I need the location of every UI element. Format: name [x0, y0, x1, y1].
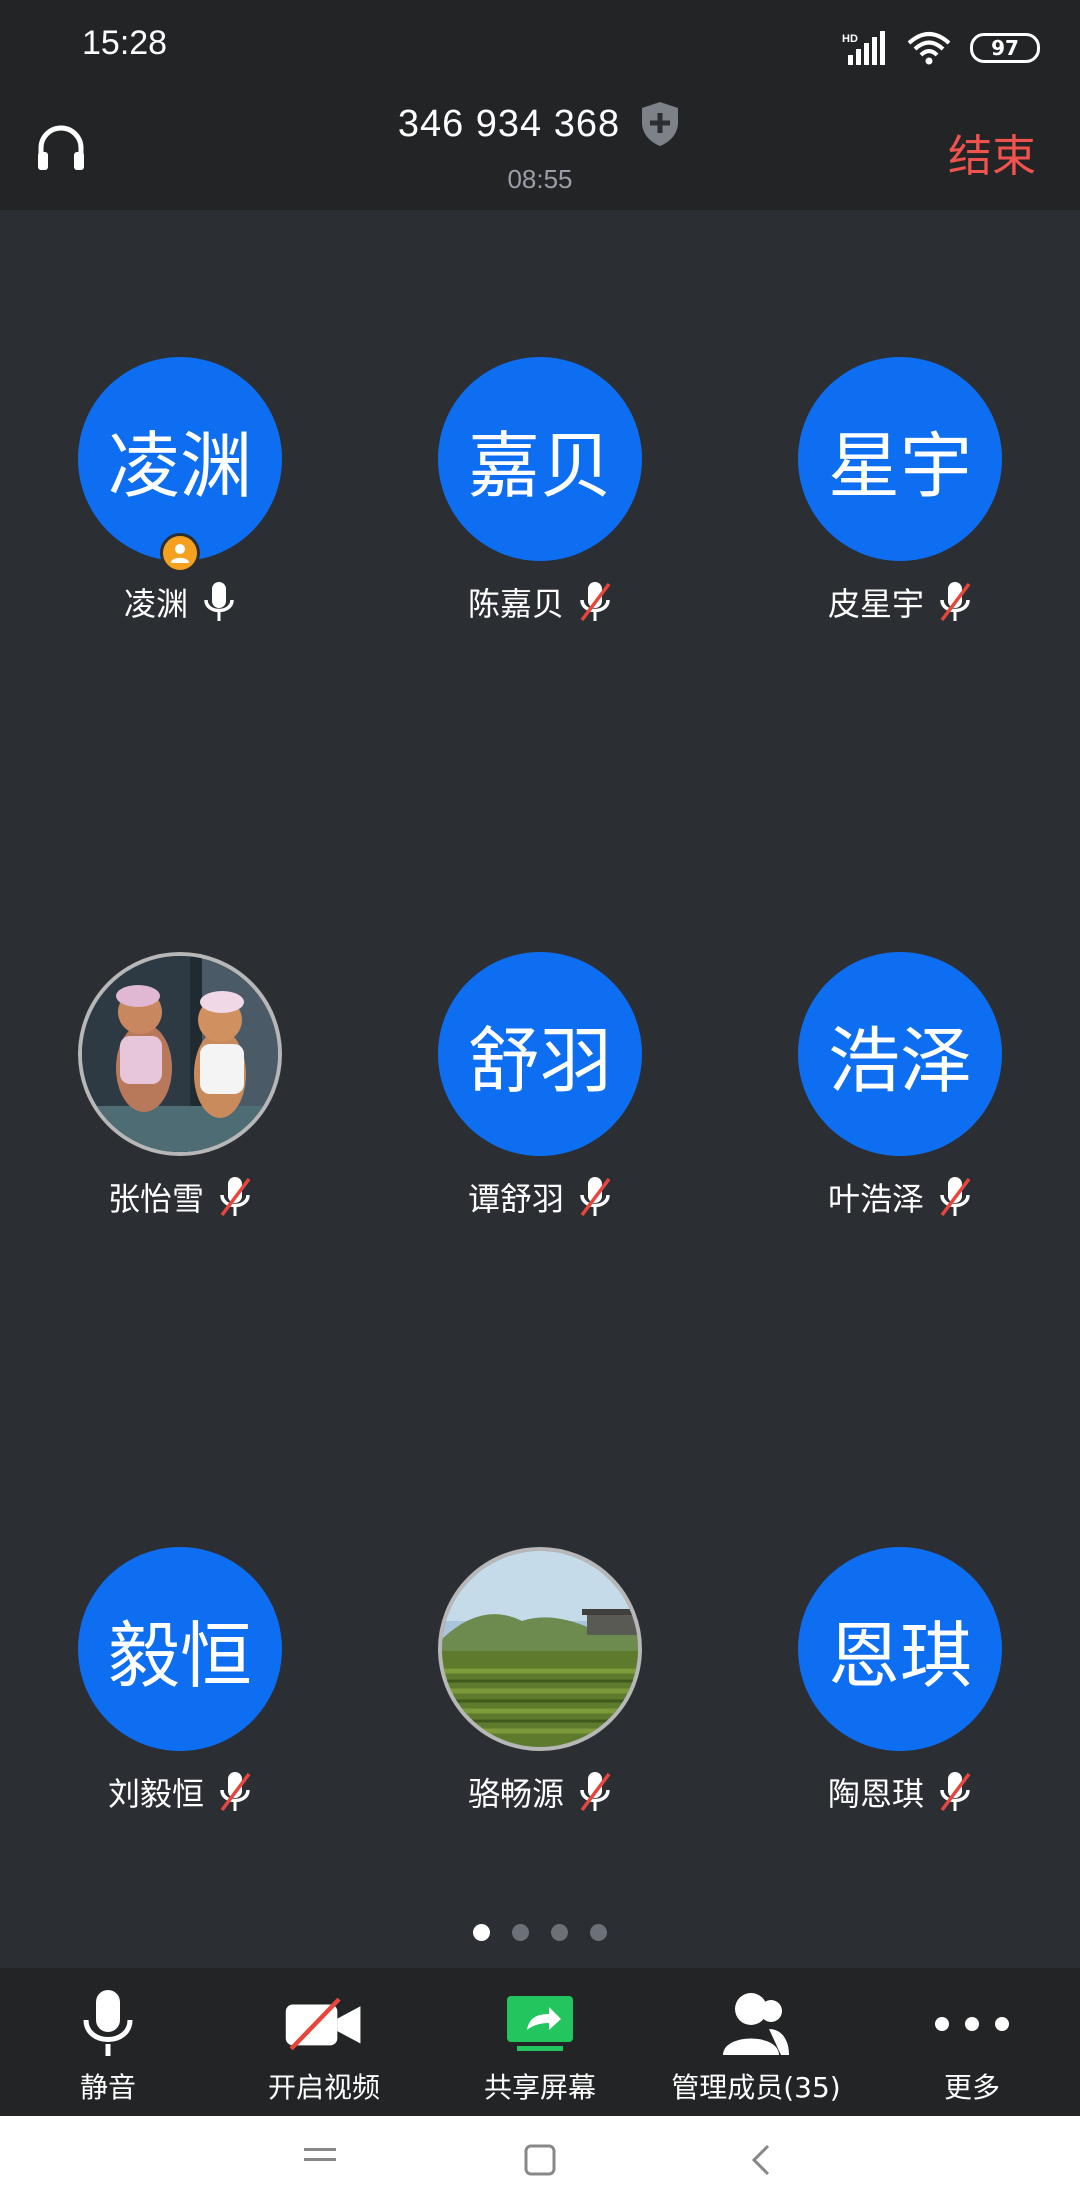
share-screen-icon	[507, 1996, 573, 2051]
participant-name-row: 谭舒羽	[360, 1174, 720, 1220]
more-label: 更多	[943, 2071, 1000, 2104]
participant-name-row: 凌渊	[0, 579, 360, 625]
system-nav-bar	[0, 2116, 1080, 2188]
signal-icon: HD	[842, 31, 885, 65]
participant-name: 骆畅源	[467, 1775, 564, 1813]
participant-name: 皮星宇	[827, 585, 924, 623]
meeting-timer: 08:55	[507, 164, 573, 194]
microphone-icon	[83, 1990, 133, 2056]
participant-avatar: 凌渊	[78, 357, 282, 561]
mic-muted-icon	[220, 1772, 251, 1812]
shield-plus-icon	[642, 102, 679, 146]
host-badge-icon	[160, 533, 200, 573]
page-dot[interactable]	[512, 1924, 529, 1941]
page-indicator	[0, 1924, 1080, 1941]
home-nav-icon[interactable]	[510, 2134, 570, 2188]
participant-tile[interactable]: 凌渊 凌渊	[0, 357, 360, 657]
meeting-id-wrap: 346 934 368	[0, 100, 1080, 148]
participant-tile[interactable]: 骆畅源	[360, 1547, 720, 1847]
participant-avatar-photo	[78, 952, 282, 1156]
participant-grid: 凌渊 凌渊 嘉贝 陈嘉贝 星宇 皮星宇 张怡雪 舒羽 谭舒羽 浩泽 叶浩泽 毅恒…	[0, 210, 1080, 1970]
meeting-header: 346 934 368 08:55 结束	[0, 92, 1080, 210]
mute-button[interactable]: 静音	[0, 1968, 216, 2116]
participant-tile[interactable]: 浩泽 叶浩泽	[720, 952, 1080, 1252]
participant-avatar: 浩泽	[798, 952, 1002, 1156]
mic-icon	[204, 582, 234, 621]
page-dot-active[interactable]	[473, 1924, 490, 1941]
participant-name-row: 张怡雪	[0, 1174, 360, 1220]
participant-avatar: 星宇	[798, 357, 1002, 561]
participant-name: 陶恩琪	[827, 1775, 924, 1813]
more-dots-icon	[935, 2017, 1009, 2031]
participant-name: 凌渊	[123, 585, 188, 623]
participant-avatar: 嘉贝	[438, 357, 642, 561]
participant-tile[interactable]: 张怡雪	[0, 952, 360, 1252]
status-time: 15:28	[82, 24, 168, 62]
participant-name-row: 刘毅恒	[0, 1769, 360, 1815]
share-screen-button[interactable]: 共享屏幕	[432, 1968, 648, 2116]
wifi-icon	[907, 32, 951, 65]
participant-avatar: 舒羽	[438, 952, 642, 1156]
page-dot[interactable]	[551, 1924, 568, 1941]
participant-avatar-photo	[438, 1547, 642, 1751]
start-video-label: 开启视频	[267, 2071, 380, 2104]
participant-tile[interactable]: 恩琪 陶恩琪	[720, 1547, 1080, 1847]
manage-members-label: 管理成员(35)	[671, 2071, 841, 2104]
participant-tile[interactable]: 星宇 皮星宇	[720, 357, 1080, 657]
participant-avatar: 恩琪	[798, 1547, 1002, 1751]
tea-field-image	[442, 1551, 638, 1747]
participant-name: 张怡雪	[107, 1180, 204, 1218]
battery-indicator: 97	[970, 33, 1040, 63]
meeting-toolbar: 静音 开启视频 共享屏幕 管理成员(35) 更多	[0, 1968, 1080, 2116]
end-meeting-button[interactable]: 结束	[948, 120, 1036, 184]
mic-muted-icon	[220, 1177, 251, 1217]
participant-name-row: 陈嘉贝	[360, 579, 720, 625]
more-button[interactable]: 更多	[864, 1968, 1080, 2116]
participant-tile[interactable]: 毅恒 刘毅恒	[0, 1547, 360, 1847]
members-icon	[723, 1993, 789, 2055]
status-bar: 15:28 HD 97	[0, 0, 1080, 92]
participant-name: 叶浩泽	[827, 1180, 924, 1218]
status-icons: HD 97	[842, 28, 1040, 68]
cartoon-bears-image	[82, 956, 278, 1152]
back-nav-icon[interactable]	[730, 2134, 790, 2188]
participant-name-row: 陶恩琪	[720, 1769, 1080, 1815]
mic-muted-icon	[940, 1772, 971, 1812]
mic-muted-icon	[580, 582, 611, 622]
participant-tile[interactable]: 嘉贝 陈嘉贝	[360, 357, 720, 657]
manage-members-button[interactable]: 管理成员(35)	[648, 1968, 864, 2116]
participant-name-row: 骆畅源	[360, 1769, 720, 1815]
meeting-id-text: 346 934 368	[397, 102, 621, 145]
participant-tile[interactable]: 舒羽 谭舒羽	[360, 952, 720, 1252]
video-off-icon	[285, 1997, 361, 2051]
page-dot[interactable]	[590, 1924, 607, 1941]
participant-name-row: 叶浩泽	[720, 1174, 1080, 1220]
participant-name: 谭舒羽	[467, 1180, 564, 1218]
start-video-button[interactable]: 开启视频	[216, 1968, 432, 2116]
participant-name: 陈嘉贝	[467, 585, 564, 623]
mute-label: 静音	[79, 2071, 136, 2104]
participant-name-row: 皮星宇	[720, 579, 1080, 625]
share-screen-label: 共享屏幕	[483, 2071, 596, 2104]
mic-muted-icon	[940, 582, 971, 622]
mic-muted-icon	[580, 1772, 611, 1812]
meeting-id[interactable]: 346 934 368	[398, 100, 682, 148]
menu-nav-icon[interactable]	[290, 2134, 350, 2188]
svg-text:HD: HD	[842, 33, 858, 45]
mic-muted-icon	[940, 1177, 971, 1217]
mic-muted-icon	[580, 1177, 611, 1217]
participant-name: 刘毅恒	[107, 1775, 204, 1813]
participant-avatar: 毅恒	[78, 1547, 282, 1751]
